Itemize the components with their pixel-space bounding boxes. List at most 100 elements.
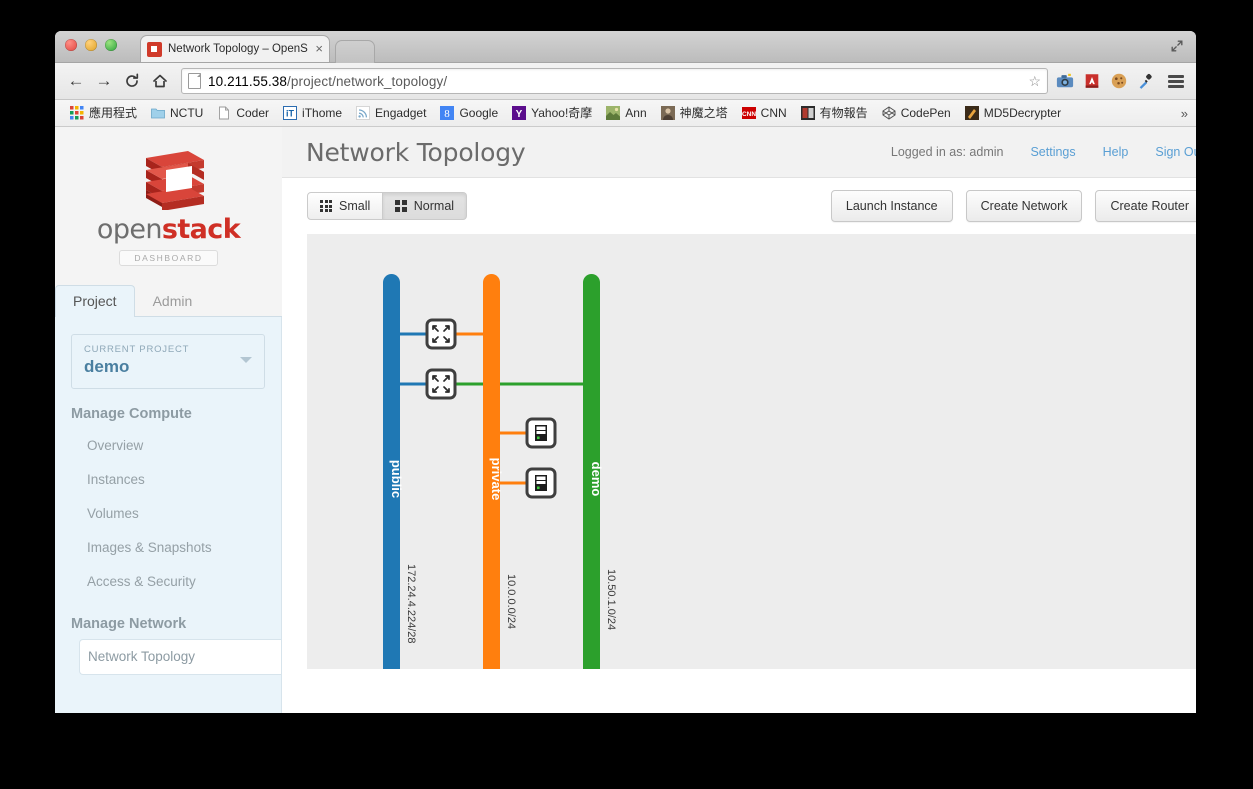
sidebar-item-volumes[interactable]: Volumes — [55, 497, 281, 531]
bookmark-coder[interactable]: Coder — [210, 103, 276, 123]
network-demo[interactable]: demo 10.50.1.0/24 — [583, 274, 617, 669]
user-bar: Logged in as: admin Settings Help Sign O… — [891, 145, 1196, 159]
openstack-favicon-icon — [147, 41, 162, 57]
settings-link[interactable]: Settings — [1030, 145, 1075, 159]
launch-instance-button[interactable]: Launch Instance — [830, 190, 953, 222]
network-private[interactable]: private 10.0.0.0/24 — [483, 274, 517, 669]
rss-icon — [356, 106, 370, 120]
dashboard-badge: DASHBOARD — [119, 250, 218, 266]
bookmark-apps[interactable]: 應用程式 — [63, 103, 144, 123]
bookmark-nctu[interactable]: NCTU — [144, 103, 210, 123]
bookmark-cnn[interactable]: CNN CNN — [735, 103, 794, 123]
tos-icon — [660, 106, 675, 120]
bookmark-codepen[interactable]: CodePen — [875, 103, 958, 123]
svg-text:CNN: CNN — [742, 111, 756, 118]
network-private-label: private — [489, 458, 504, 501]
eyedropper-icon[interactable] — [1137, 72, 1155, 90]
wordmark-stack: stack — [161, 214, 241, 245]
router-icon[interactable] — [425, 318, 457, 350]
logged-in-label: Logged in as: admin — [890, 145, 1004, 159]
help-link[interactable]: Help — [1103, 145, 1129, 159]
tab-admin[interactable]: Admin — [135, 285, 211, 317]
topology-canvas[interactable]: public 172.24.4.224/28 private 10.0.0.0/… — [307, 234, 1196, 669]
bookmark-ithome[interactable]: iT iThome — [276, 103, 349, 123]
content-area: Network Topology Logged in as: admin Set… — [282, 127, 1196, 713]
bookmark-label: NCTU — [170, 106, 204, 120]
page-icon — [219, 106, 230, 120]
codepen-icon — [882, 106, 896, 120]
create-router-button[interactable]: Create Router — [1095, 190, 1196, 222]
grid-normal-icon — [395, 200, 407, 212]
md5-icon — [964, 106, 979, 120]
back-button[interactable]: ← — [63, 68, 89, 94]
address-bar[interactable]: 10.211.55.38/project/network_topology/ ☆ — [181, 68, 1048, 94]
maximize-window-button[interactable] — [105, 39, 117, 51]
view-toggle-small[interactable]: Small — [307, 192, 384, 220]
instance-node-2[interactable] — [525, 467, 557, 499]
reload-button[interactable] — [119, 68, 145, 94]
cnn-icon: CNN — [741, 107, 756, 119]
content-header: Network Topology Logged in as: admin Set… — [282, 127, 1196, 178]
fullscreen-expand-icon[interactable] — [1170, 39, 1184, 53]
instance-node-1[interactable] — [525, 417, 557, 449]
sign-out-link[interactable]: Sign Out — [1155, 145, 1196, 159]
new-tab-button[interactable] — [335, 40, 375, 63]
home-button[interactable] — [147, 68, 173, 94]
view-size-toggle-group: Small Normal — [307, 192, 468, 220]
bookmark-yahoo[interactable]: Y Yahoo!奇摩 — [505, 103, 599, 123]
minimize-window-button[interactable] — [85, 39, 97, 51]
bookmark-tos[interactable]: 神魔之塔 — [654, 103, 735, 123]
cookie-icon[interactable] — [1110, 72, 1128, 90]
openstack-dashboard: openstack DASHBOARD Project Admin CURREN… — [55, 127, 1196, 713]
instance-led-icon — [537, 486, 540, 490]
sidebar-item-access-security[interactable]: Access & Security — [55, 565, 281, 599]
grid-small-icon — [320, 200, 332, 212]
tab-project[interactable]: Project — [55, 285, 135, 317]
forward-button[interactable]: → — [91, 68, 117, 94]
home-icon — [153, 74, 167, 88]
bookmarks-overflow-button[interactable]: » — [1181, 106, 1188, 121]
bookmark-md5decrypter[interactable]: MD5Decrypter — [958, 103, 1068, 123]
adobe-book-icon[interactable] — [1083, 72, 1101, 90]
bookmark-engadget[interactable]: Engadget — [349, 103, 433, 123]
instance-slot-icon — [536, 476, 546, 480]
router-node-2[interactable] — [425, 368, 457, 400]
sidebar-item-overview[interactable]: Overview — [55, 429, 281, 463]
tab-strip: Network Topology – OpenS × — [55, 31, 1196, 63]
bookmark-label: MD5Decrypter — [983, 106, 1062, 120]
url-text: 10.211.55.38/project/network_topology/ — [208, 74, 447, 89]
chevron-down-icon[interactable] — [240, 357, 252, 363]
screen: Network Topology – OpenS × ← → 10.211.55… — [0, 0, 1253, 789]
nav-heading-manage-network: Manage Network — [71, 616, 187, 632]
google-icon: 8 — [440, 106, 455, 120]
bookmark-label: Ann — [625, 106, 647, 120]
create-network-button[interactable]: Create Network — [965, 190, 1083, 222]
page-title: Network Topology — [306, 137, 526, 167]
bookmark-google[interactable]: 8 Google — [433, 103, 505, 123]
bookmark-star-icon[interactable]: ☆ — [1028, 73, 1041, 90]
sidebar-body: CURRENT PROJECT demo Manage Compute Over… — [55, 317, 282, 713]
bookmark-ann[interactable]: Ann — [599, 103, 653, 123]
camera-icon[interactable] — [1056, 72, 1074, 90]
apps-grid-icon — [70, 106, 84, 120]
current-project-selector[interactable]: CURRENT PROJECT demo — [71, 334, 265, 389]
hamburger-menu-icon[interactable] — [1168, 74, 1184, 88]
sidebar-item-instances[interactable]: Instances — [55, 463, 281, 497]
bookmark-label: iThome — [302, 106, 343, 120]
view-toggle-normal[interactable]: Normal — [383, 192, 468, 220]
browser-tab[interactable]: Network Topology – OpenS × — [140, 35, 330, 62]
sidebar: openstack DASHBOARD Project Admin CURREN… — [55, 127, 282, 713]
bookmark-label: Google — [459, 106, 499, 120]
sidebar-tabs: Project Admin — [55, 283, 282, 317]
close-tab-icon[interactable]: × — [315, 42, 323, 55]
brand-block: openstack DASHBOARD — [55, 127, 282, 283]
sidebar-item-network-topology[interactable]: Network Topology — [79, 639, 281, 675]
sidebar-item-images-snapshots[interactable]: Images & Snapshots — [55, 531, 281, 565]
close-window-button[interactable] — [65, 39, 77, 51]
bookmark-report[interactable]: 有物報告 — [794, 103, 875, 123]
bookmark-label: CNN — [760, 106, 787, 120]
ithome-icon: iT — [283, 106, 298, 120]
router-node-1[interactable] — [425, 318, 457, 350]
router-icon[interactable] — [425, 368, 457, 400]
svg-text:Y: Y — [516, 109, 523, 120]
